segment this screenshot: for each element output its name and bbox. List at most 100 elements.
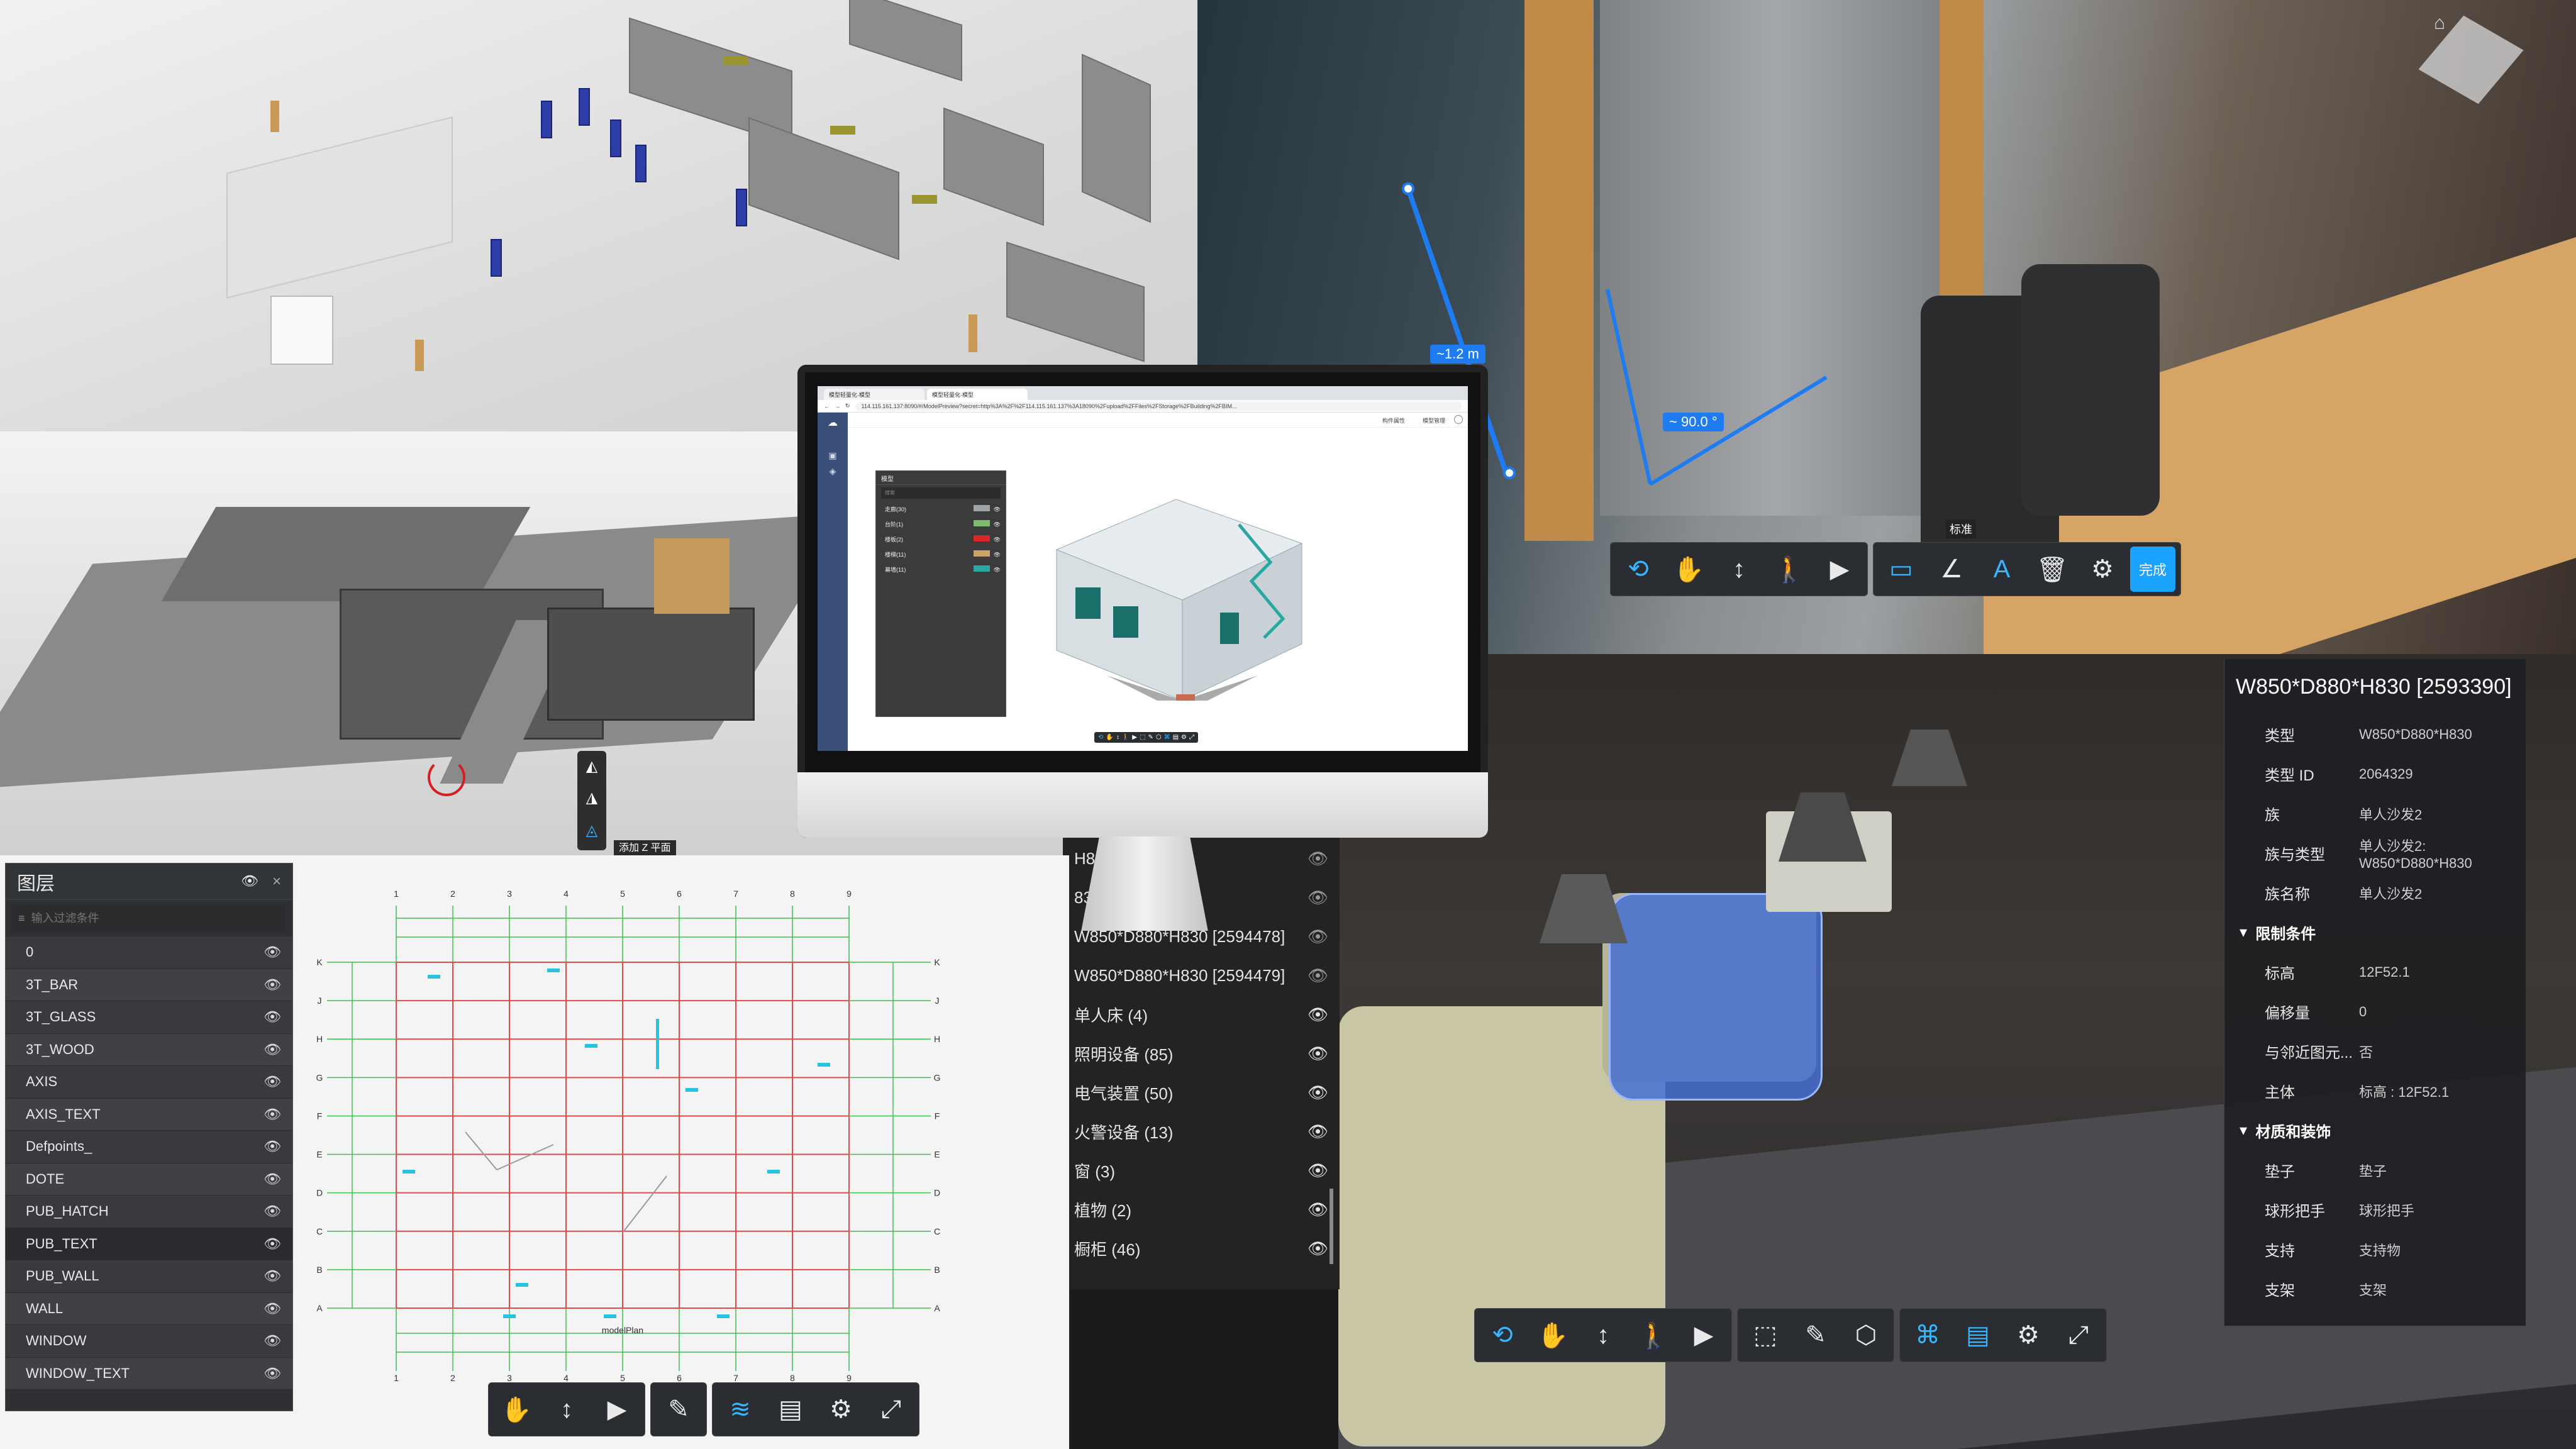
camera-icon[interactable]: ▶ [1132, 734, 1137, 741]
walk-person-icon[interactable]: 🚶 [1767, 547, 1812, 592]
model-panel-row[interactable]: 幕墙(11) 👁 [876, 562, 1006, 577]
pan-hand-icon[interactable]: ✋ [1530, 1313, 1575, 1358]
eye-icon[interactable]: 👁 [1307, 927, 1328, 947]
zoom-vertical-icon[interactable]: ↕ [1580, 1313, 1626, 1358]
tree-row[interactable]: 橱柜 (46) 👁 [1063, 1229, 1340, 1268]
eye-icon[interactable]: 👁 [264, 1301, 281, 1317]
settings-tool-icon[interactable]: ⚙ [2080, 547, 2125, 592]
layer-row[interactable]: Defpoints_ 👁 [6, 1131, 292, 1163]
pan-hand-icon[interactable]: ✋ [1106, 734, 1113, 741]
eye-icon[interactable]: 👁 [1307, 1044, 1328, 1063]
tree-row[interactable]: W850*D880*H830 [2594479] 👁 [1063, 956, 1340, 995]
ruler-distance-icon[interactable]: ▭ [1879, 547, 1924, 592]
layer-row[interactable]: PUB_TEXT 👁 [6, 1228, 292, 1260]
tree-row[interactable]: 电气装置 (50) 👁 [1063, 1073, 1340, 1112]
model-panel-row[interactable]: 楼梯(11) 👁 [876, 547, 1006, 562]
layer-row[interactable]: 0 👁 [6, 936, 292, 969]
layer-row[interactable]: 3T_WOOD 👁 [6, 1033, 292, 1066]
color-swatch[interactable] [973, 565, 990, 572]
model-panel-row[interactable]: 楼板(2) 👁 [876, 531, 1006, 547]
eye-icon[interactable]: 👁 [264, 1138, 281, 1155]
reload-icon[interactable]: ↻ [845, 402, 850, 409]
color-swatch[interactable] [973, 535, 990, 541]
close-icon[interactable]: × [272, 873, 281, 891]
zoom-vertical-icon[interactable]: ↕ [544, 1387, 589, 1432]
eye-icon[interactable]: 👁 [264, 1106, 281, 1123]
measure-pen-icon[interactable]: ✎ [1148, 734, 1153, 741]
settings-icon[interactable]: ⚙ [1181, 734, 1187, 741]
layer-row[interactable]: 3T_BAR 👁 [6, 969, 292, 1001]
home-icon[interactable]: ⌂ [2434, 13, 2445, 34]
back-icon[interactable]: ← [824, 403, 830, 409]
model-panel-search[interactable]: 搜索 [881, 487, 1001, 499]
scrollbar-thumb[interactable] [1330, 1189, 1333, 1264]
eye-icon[interactable]: 👁 [264, 944, 281, 960]
measure-pen-icon[interactable]: ✎ [1793, 1313, 1838, 1358]
eye-icon[interactable]: 👁 [994, 506, 1001, 513]
color-swatch[interactable] [973, 504, 990, 511]
fullscreen-icon[interactable]: ⤢ [869, 1387, 914, 1432]
camera-icon[interactable]: ▶ [1817, 547, 1862, 592]
orbit-icon[interactable]: ⟲ [1616, 547, 1661, 592]
eye-icon[interactable]: 👁 [264, 1009, 281, 1025]
eye-icon[interactable]: 👁 [264, 1268, 281, 1284]
browser-tab[interactable]: 模型轻量化·模型 [824, 389, 924, 400]
tree-row[interactable]: 单人床 (4) 👁 [1063, 995, 1340, 1034]
eye-icon[interactable]: 👁 [1307, 1161, 1328, 1180]
layer-filter-input[interactable] [31, 911, 258, 925]
walk-person-icon[interactable]: 🚶 [1122, 734, 1130, 741]
layer-row[interactable]: PUB_HATCH 👁 [6, 1196, 292, 1228]
layer-row[interactable]: PUB_WALL 👁 [6, 1260, 292, 1293]
fullscreen-icon[interactable]: ⤢ [1189, 734, 1194, 741]
layer-row[interactable]: 3T_GLASS 👁 [6, 1001, 292, 1034]
eye-icon[interactable]: 👁 [1307, 888, 1328, 908]
model-nav-icon[interactable]: ▣ [818, 450, 848, 461]
section-constraints[interactable]: ▾ 限制条件 [2224, 913, 2526, 952]
settings-icon[interactable]: ⚙ [2006, 1313, 2051, 1358]
avatar[interactable] [1454, 415, 1463, 424]
section-box-icon[interactable]: ⬚ [1743, 1313, 1788, 1358]
topbar-link[interactable]: 模型管理 [1423, 416, 1445, 425]
topbar-link[interactable]: 构件属性 [1382, 416, 1405, 425]
clip-plane-icon[interactable]: ◭ [582, 757, 601, 776]
color-swatch[interactable] [973, 519, 990, 526]
settings-icon[interactable]: ⚙ [818, 1387, 863, 1432]
angle-measure-icon[interactable]: ∠ [1929, 547, 1974, 592]
clip-box-icon[interactable]: ◮ [582, 789, 601, 808]
fullscreen-icon[interactable]: ⤢ [2056, 1313, 2101, 1358]
section-materials[interactable]: ▾ 材质和装饰 [2224, 1111, 2526, 1150]
layer-row[interactable]: AXIS 👁 [6, 1066, 292, 1099]
model-panel-row[interactable]: 走廊(30) 👁 [876, 501, 1006, 516]
done-button[interactable]: 完成 [2130, 547, 2175, 592]
eye-icon[interactable]: 👁 [994, 552, 1001, 558]
eye-icon[interactable]: 👁 [1307, 966, 1328, 985]
eye-icon[interactable]: 👁 [1307, 849, 1328, 869]
cloud-icon[interactable]: ☁ [818, 416, 848, 429]
properties-icon[interactable]: ▤ [1173, 734, 1179, 741]
layer-row[interactable]: AXIS_TEXT 👁 [6, 1098, 292, 1131]
orbit-icon[interactable]: ⟲ [1098, 734, 1103, 741]
eye-icon[interactable]: 👁 [994, 567, 1001, 573]
camera-icon[interactable]: ▶ [594, 1387, 640, 1432]
tree-row[interactable]: 照明设备 (85) 👁 [1063, 1034, 1340, 1073]
eye-icon[interactable]: 👁 [1307, 1200, 1328, 1219]
forward-icon[interactable]: → [835, 403, 840, 409]
layer-row[interactable]: WINDOW_TEXT 👁 [6, 1357, 292, 1390]
eye-icon[interactable]: 👁 [1307, 1239, 1328, 1258]
section-box-icon[interactable]: ⬚ [1140, 734, 1145, 741]
eye-icon[interactable]: 👁 [241, 873, 258, 891]
eye-icon[interactable]: 👁 [264, 1041, 281, 1058]
tree-row[interactable]: 窗 (3) 👁 [1063, 1151, 1340, 1190]
layer-row[interactable]: DOTE 👁 [6, 1163, 292, 1196]
eye-icon[interactable]: 👁 [264, 1236, 281, 1252]
browser-tab[interactable]: 模型轻量化·模型 [927, 389, 1028, 400]
trash-icon[interactable]: 🗑 [2029, 547, 2075, 592]
explode-icon[interactable]: ⬡ [1843, 1313, 1889, 1358]
layer-row[interactable]: WALL 👁 [6, 1292, 292, 1325]
pan-hand-icon[interactable]: ✋ [494, 1387, 539, 1432]
zoom-vertical-icon[interactable]: ↕ [1116, 734, 1119, 741]
eye-icon[interactable]: 👁 [264, 977, 281, 993]
eye-icon[interactable]: 👁 [264, 1333, 281, 1349]
explode-icon[interactable]: ⬡ [1156, 734, 1162, 741]
camera-icon[interactable]: ▶ [1681, 1313, 1726, 1358]
